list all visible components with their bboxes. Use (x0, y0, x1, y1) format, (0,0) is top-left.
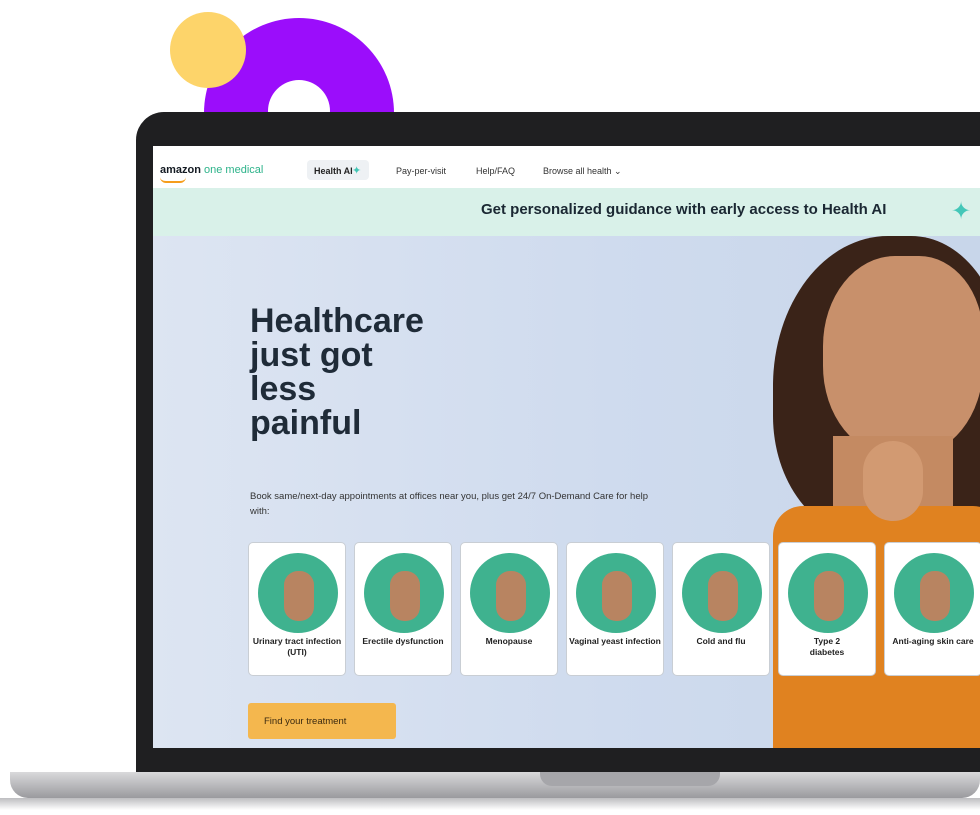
condition-label: Type 2 diabetes (809, 636, 845, 657)
nav-item-help-faq[interactable]: Help/FAQ (476, 166, 515, 176)
logo-sub: one medical (200, 164, 264, 176)
headline-line: painful (250, 404, 362, 442)
laptop-notch (540, 772, 720, 786)
logo-brand: amazon (160, 164, 201, 176)
nav-item-pay-per-visit[interactable]: Pay-per-visit (396, 166, 446, 176)
find-your-treatment-button[interactable]: Find your treatment (248, 703, 396, 739)
condition-card-uti[interactable]: Urinary tract infection (UTI) (248, 542, 346, 676)
condition-photo-hand (708, 571, 738, 621)
decorative-yellow-circle (170, 12, 246, 88)
laptop-base (10, 772, 980, 798)
headline-line: less (250, 370, 317, 408)
top-navbar: amazon one medical Health AI ✦ Pay-per-v… (153, 146, 980, 194)
condition-photo-hand (284, 571, 314, 621)
condition-photo (894, 553, 974, 633)
nav-item-health-ai[interactable]: Health AI ✦ (307, 160, 369, 180)
condition-card-erectile-dysfunction[interactable]: Erectile dysfunction (354, 542, 452, 676)
condition-card-vaginal-yeast-infection[interactable]: Vaginal yeast infection (566, 542, 664, 676)
condition-photo (576, 553, 656, 633)
condition-photo (364, 553, 444, 633)
sparkle-icon: ✦ (951, 198, 972, 225)
condition-photo (682, 553, 762, 633)
condition-photo-hand (920, 571, 950, 621)
headline-line: just got (250, 336, 373, 374)
condition-photo (470, 553, 550, 633)
condition-photo-hand (390, 571, 420, 621)
sparkle-icon: ✦ (352, 165, 362, 177)
condition-photo-hand (602, 571, 632, 621)
condition-card-menopause[interactable]: Menopause (460, 542, 558, 676)
condition-photo (258, 553, 338, 633)
page-title: Healthcare just got less painful (250, 304, 424, 440)
condition-card-type-2-diabetes[interactable]: Type 2 diabetes (778, 542, 876, 676)
condition-label: Erectile dysfunction (362, 636, 444, 646)
health-ai-banner[interactable]: Get personalized guidance with early acc… (153, 188, 980, 236)
browser-screen: amazon one medical Health AI ✦ Pay-per-v… (153, 146, 980, 748)
condition-card-cold-and-flu[interactable]: Cold and flu (672, 542, 770, 676)
condition-card-anti-aging-skin-care[interactable]: Anti-aging skin care (884, 542, 980, 676)
condition-label: Menopause (485, 636, 533, 646)
nav-item-label: Health AI (314, 166, 353, 176)
condition-photo-hand (814, 571, 844, 621)
banner-text: Get personalized guidance with early acc… (481, 201, 887, 218)
laptop-shadow (0, 798, 980, 810)
condition-photo (788, 553, 868, 633)
condition-label: Anti-aging skin care (892, 636, 974, 646)
condition-label: Vaginal yeast infection (569, 636, 661, 646)
condition-photo-hand (496, 571, 526, 621)
nav-item-browse-all-health[interactable]: Browse all health ⌄ (543, 166, 622, 177)
hero-photo-hand (863, 441, 923, 521)
headline-line: Healthcare (250, 302, 424, 340)
amazon-one-medical-logo[interactable]: amazon one medical (160, 164, 264, 183)
condition-label: Cold and flu (696, 636, 746, 646)
hero-subcopy: Book same/next-day appointments at offic… (250, 491, 648, 517)
hero-photo-face (823, 256, 980, 456)
logo-smile-icon (160, 177, 186, 183)
condition-label: Urinary tract infection (UTI) (252, 636, 342, 657)
